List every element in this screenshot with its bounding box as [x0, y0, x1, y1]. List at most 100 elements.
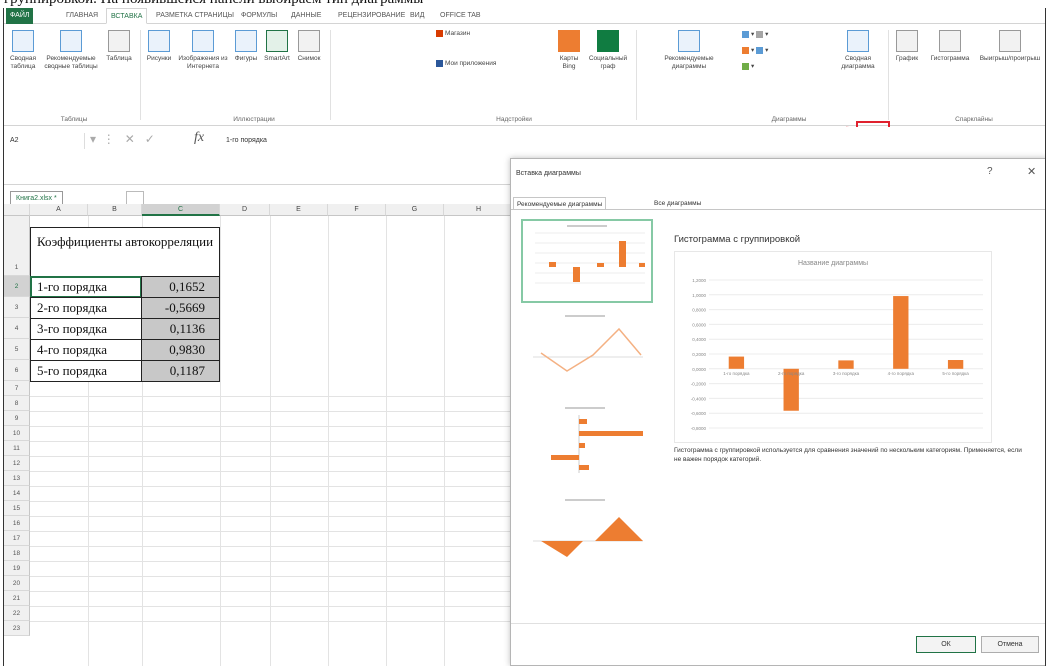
row-header[interactable]: 9: [4, 411, 30, 426]
table-row-value[interactable]: 0,1652: [141, 276, 220, 298]
tab-formulas[interactable]: ФОРМУЛЫ: [237, 8, 281, 24]
row-header[interactable]: 23: [4, 621, 30, 636]
row-header[interactable]: 11: [4, 441, 30, 456]
table-button[interactable]: Таблица: [104, 30, 134, 63]
pivot-table-button[interactable]: Сводная таблица: [8, 30, 38, 71]
tab-page-layout[interactable]: РАЗМЕТКА СТРАНИЦЫ: [152, 8, 238, 24]
chart-bar[interactable]: [728, 356, 745, 369]
y-tick-label: 0,0000: [692, 367, 706, 372]
store-button[interactable]: Магазин: [436, 30, 470, 37]
thumbnail-area[interactable]: [521, 495, 653, 579]
tab-insert[interactable]: ВСТАВКА: [106, 8, 148, 24]
gridline: [30, 516, 514, 517]
row-header[interactable]: 16: [4, 516, 30, 531]
chart-bar[interactable]: [947, 360, 964, 369]
thumbnail-clustered-column[interactable]: [521, 219, 653, 303]
table-row-label[interactable]: 5-го порядка: [30, 360, 142, 382]
tab-review[interactable]: РЕЦЕНЗИРОВАНИЕ: [334, 8, 409, 24]
row-header[interactable]: 13: [4, 471, 30, 486]
table-row-label[interactable]: 3-го порядка: [30, 318, 142, 340]
tab-file[interactable]: ФАЙЛ: [6, 8, 34, 24]
recommended-pivots-button[interactable]: Рекомендуемые сводные таблицы: [44, 30, 98, 71]
row-header[interactable]: 22: [4, 606, 30, 621]
column-chart-dropdown[interactable]: ▾ ▾: [742, 30, 768, 38]
row-header[interactable]: 6: [4, 360, 30, 381]
table-row-value[interactable]: 0,1136: [141, 318, 220, 340]
column-header-f[interactable]: F: [328, 204, 386, 216]
scatter-chart-dropdown[interactable]: ▾: [742, 62, 754, 70]
tab-home[interactable]: ГЛАВНАЯ: [62, 8, 102, 24]
pie-chart-dropdown[interactable]: ▾ ▾: [742, 46, 768, 54]
recommended-pivots-label: Рекомендуемые сводные таблицы: [44, 55, 98, 70]
bing-maps-button[interactable]: Карты Bing: [554, 30, 584, 71]
shapes-button[interactable]: Фигуры: [232, 30, 260, 63]
close-icon[interactable]: ✕: [1027, 165, 1036, 178]
row-header[interactable]: 21: [4, 591, 30, 606]
online-pictures-label: Изображения из Интернета: [178, 55, 228, 70]
group-label-illustrations: Иллюстрации: [233, 116, 275, 123]
chevron-down-icon[interactable]: ▾: [90, 132, 96, 146]
group-separator: [330, 30, 331, 120]
thumbnail-line[interactable]: [521, 311, 653, 395]
workbook-tab[interactable]: Книга2.xlsx *: [10, 191, 63, 204]
insert-function-icon[interactable]: fx: [194, 130, 204, 146]
group-separator: [636, 30, 637, 120]
new-tab-button[interactable]: [126, 191, 144, 204]
table-row-value[interactable]: 0,1187: [141, 360, 220, 382]
row-header[interactable]: 10: [4, 426, 30, 441]
sparkline-line-button[interactable]: График: [892, 30, 922, 63]
tab-data[interactable]: ДАННЫЕ: [287, 8, 325, 24]
row-header[interactable]: 5: [4, 339, 30, 360]
row-header[interactable]: 1: [4, 216, 30, 276]
row-header[interactable]: 8: [4, 396, 30, 411]
row-header[interactable]: 2: [4, 276, 30, 297]
row-header[interactable]: 14: [4, 486, 30, 501]
sparkline-winloss-button[interactable]: Выигрыш/проигрыш: [978, 30, 1042, 63]
recommended-charts-button[interactable]: Рекомендуемые диаграммы: [664, 30, 714, 71]
row-header[interactable]: 18: [4, 546, 30, 561]
spreadsheet-grid: A B C D E F G H 1 2 3 4 5 6 7 8 9 10 11 …: [4, 204, 514, 666]
chart-bar[interactable]: [838, 360, 854, 369]
table-row-label[interactable]: 2-го порядка: [30, 297, 142, 319]
column-header-c[interactable]: C: [142, 204, 220, 216]
table-row-label[interactable]: 1-го порядка: [30, 276, 142, 298]
column-header-h[interactable]: H: [444, 204, 514, 216]
select-all-corner[interactable]: [4, 204, 30, 216]
name-box[interactable]: A2: [7, 133, 85, 149]
row-header[interactable]: 12: [4, 456, 30, 471]
smartart-button[interactable]: SmartArt: [262, 30, 292, 63]
thumbnail-bar[interactable]: [521, 403, 653, 487]
cancel-button[interactable]: Отмена: [981, 636, 1039, 653]
tab-view[interactable]: ВИД: [406, 8, 428, 24]
row-header[interactable]: 4: [4, 318, 30, 339]
table-row-value[interactable]: 0,9830: [141, 339, 220, 361]
ok-button[interactable]: ОК: [916, 636, 976, 653]
formula-input[interactable]: 1-го порядка: [226, 133, 267, 149]
table-header[interactable]: Коэффициенты автокорреляции: [30, 227, 220, 277]
row-header[interactable]: 15: [4, 501, 30, 516]
table-row-value[interactable]: -0,5669: [141, 297, 220, 319]
column-header-d[interactable]: D: [220, 204, 270, 216]
check-icon[interactable]: ✓: [145, 132, 155, 146]
people-graph-button[interactable]: Социальный граф: [588, 30, 628, 71]
my-apps-button[interactable]: Мои приложения: [436, 60, 496, 67]
cancel-icon[interactable]: ✕: [125, 132, 135, 146]
tab-office-tab[interactable]: OFFICE TAB: [436, 8, 485, 24]
column-header-b[interactable]: B: [88, 204, 142, 216]
screenshot-button[interactable]: Снимок: [294, 30, 324, 63]
sparkline-column-button[interactable]: Гистограмма: [926, 30, 974, 63]
row-header[interactable]: 17: [4, 531, 30, 546]
table-row-label[interactable]: 4-го порядка: [30, 339, 142, 361]
help-icon[interactable]: ?: [987, 166, 993, 177]
online-pictures-button[interactable]: Изображения из Интернета: [178, 30, 228, 71]
row-header[interactable]: 20: [4, 576, 30, 591]
column-header-e[interactable]: E: [270, 204, 328, 216]
column-header-a[interactable]: A: [30, 204, 88, 216]
row-header[interactable]: 7: [4, 381, 30, 396]
chart-bar[interactable]: [893, 296, 909, 369]
pivot-chart-button[interactable]: Сводная диаграмма: [834, 30, 882, 71]
row-header[interactable]: 19: [4, 561, 30, 576]
column-header-g[interactable]: G: [386, 204, 444, 216]
row-header[interactable]: 3: [4, 297, 30, 318]
pictures-button[interactable]: Рисунки: [144, 30, 174, 63]
